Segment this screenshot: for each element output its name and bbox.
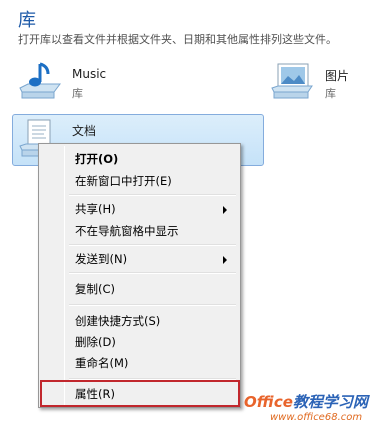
- library-type: 库: [325, 87, 336, 100]
- menu-item-label: 删除(D): [75, 335, 116, 349]
- menu-item-label: 共享(H): [75, 202, 116, 216]
- library-name: 图片: [325, 69, 350, 83]
- menu-separator: [69, 194, 236, 196]
- menu-item-share[interactable]: 共享(H): [42, 198, 237, 220]
- menu-separator: [69, 244, 236, 246]
- menu-separator: [69, 304, 236, 306]
- properties-highlight-box: [40, 380, 240, 407]
- menu-item-create-shortcut[interactable]: 创建快捷方式(S): [42, 310, 237, 332]
- menu-item-hide-from-nav[interactable]: 不在导航窗格中显示: [42, 220, 237, 242]
- library-item-pictures[interactable]: 图片 库: [270, 58, 380, 108]
- menu-item-label: 打开(O): [75, 152, 119, 166]
- watermark-cn: 教程学习网: [292, 393, 368, 411]
- menu-item-label: 复制(C): [75, 282, 116, 296]
- music-library-icon: [18, 58, 62, 102]
- menu-item-rename[interactable]: 重命名(M): [42, 352, 237, 374]
- context-menu: 打开(O) 在新窗口中打开(E) 共享(H) 不在导航窗格中显示 发送到(N) …: [38, 143, 241, 408]
- menu-separator: [69, 272, 236, 274]
- watermark-brand: Office: [244, 393, 293, 411]
- menu-item-label: 重命名(M): [75, 356, 129, 370]
- submenu-arrow-icon: [223, 206, 227, 214]
- menu-item-open-new-window[interactable]: 在新窗口中打开(E): [42, 170, 237, 192]
- library-item-music[interactable]: Music 库: [18, 58, 218, 108]
- menu-item-copy[interactable]: 复制(C): [42, 278, 237, 300]
- library-type: 库: [72, 87, 83, 100]
- menu-item-label: 在新窗口中打开(E): [75, 174, 172, 188]
- library-title: 库: [18, 10, 36, 31]
- watermark-url: www.office68.com: [270, 412, 363, 423]
- watermark-logo: Office教程学习网 www.office68.com: [244, 391, 380, 429]
- library-name: Music: [72, 67, 107, 81]
- submenu-arrow-icon: [223, 256, 227, 264]
- menu-item-label: 创建快捷方式(S): [75, 314, 161, 328]
- menu-item-open[interactable]: 打开(O): [42, 148, 237, 170]
- menu-item-delete[interactable]: 删除(D): [42, 331, 237, 353]
- menu-item-send-to[interactable]: 发送到(N): [42, 248, 237, 270]
- library-subtitle: 打开库以查看文件并根据文件夹、日期和其他属性排列这些文件。: [18, 33, 337, 46]
- menu-item-label: 不在导航窗格中显示: [75, 224, 179, 238]
- pictures-library-icon: [270, 58, 314, 102]
- library-name: 文档: [72, 124, 97, 138]
- menu-item-label: 发送到(N): [75, 252, 128, 266]
